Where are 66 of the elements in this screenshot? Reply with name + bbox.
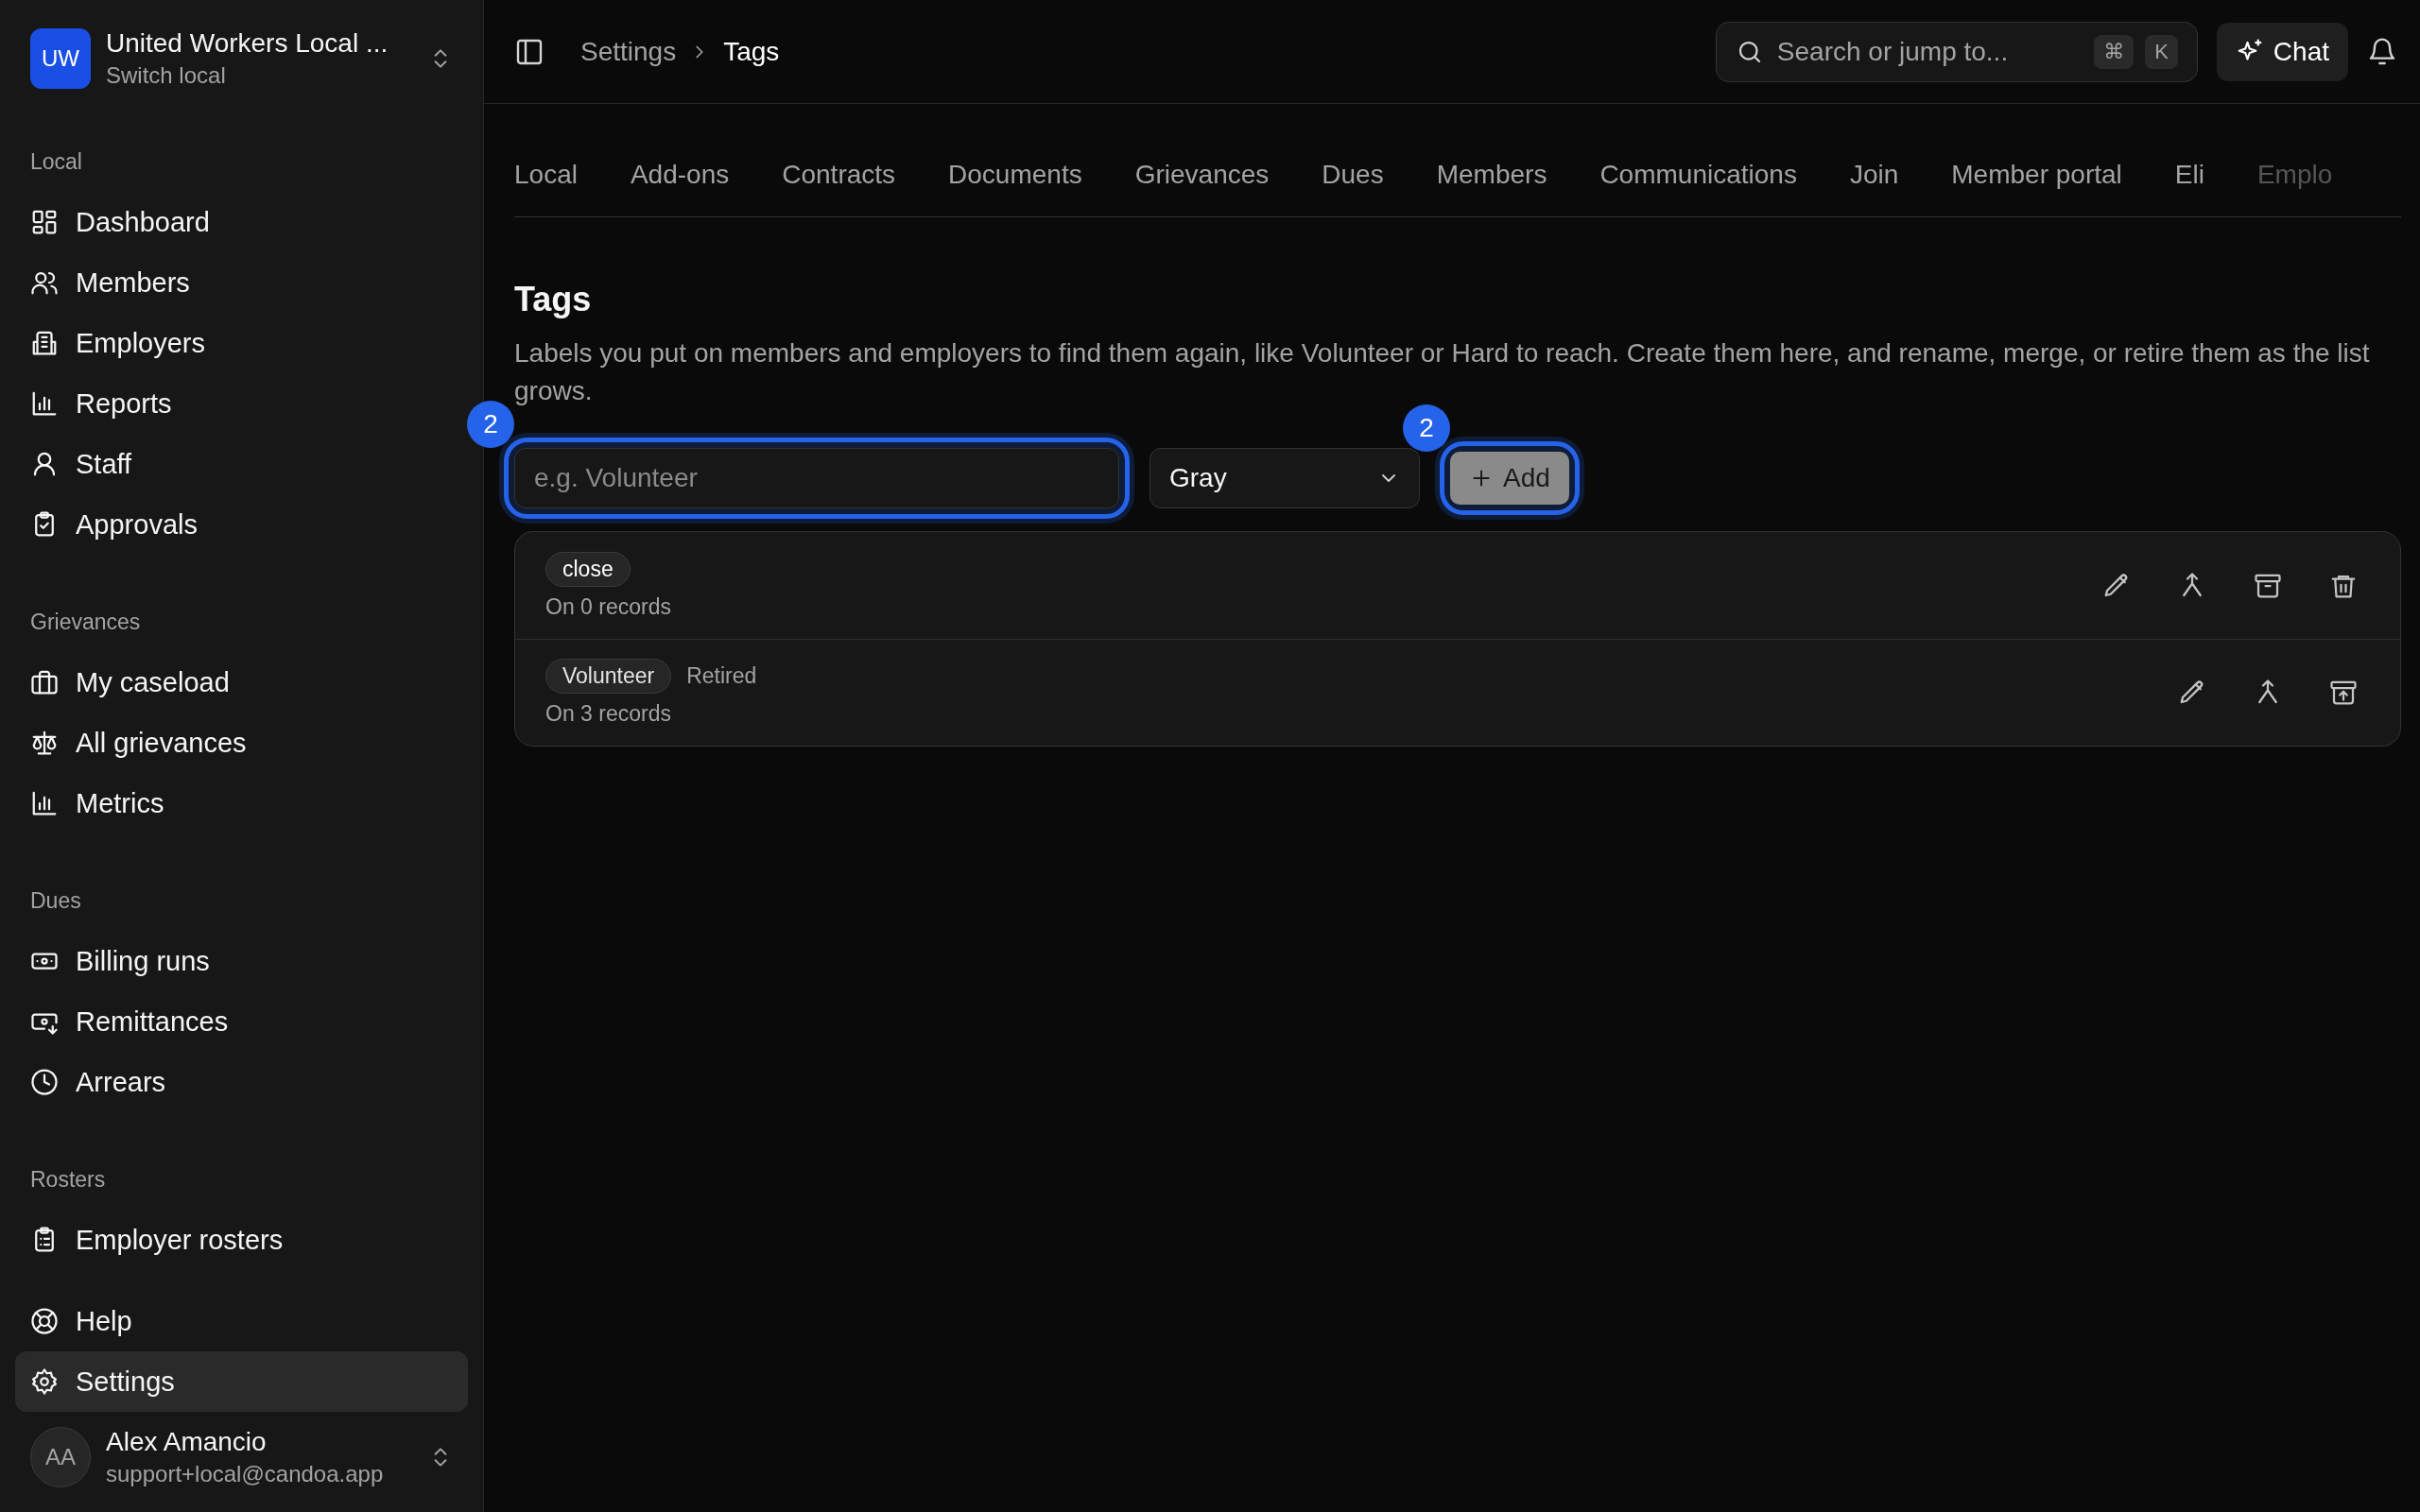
section-label: Grievances bbox=[29, 609, 142, 636]
tab[interactable]: Grievances bbox=[1134, 160, 1270, 190]
breadcrumb-current: Tags bbox=[723, 36, 780, 67]
tab[interactable]: Contracts bbox=[782, 160, 896, 190]
briefcase-icon bbox=[30, 668, 59, 696]
sidebar-item[interactable]: Settings bbox=[15, 1351, 468, 1412]
count-badge: 2 bbox=[467, 401, 514, 448]
org-name: United Workers Local ... bbox=[106, 28, 389, 59]
shortcut-key: ⌘ bbox=[2094, 34, 2135, 69]
tab[interactable]: Join bbox=[1849, 160, 1899, 190]
scale-icon bbox=[30, 729, 59, 757]
org-logo: UW bbox=[30, 28, 91, 89]
bar-chart-icon bbox=[30, 789, 59, 817]
sidebar-item[interactable]: Dashboard bbox=[15, 192, 468, 252]
section-label: Dues bbox=[29, 887, 82, 915]
sidebar-item[interactable]: All grievances bbox=[15, 713, 468, 773]
breadcrumb-link[interactable]: Settings bbox=[580, 36, 677, 67]
tab[interactable]: Eli bbox=[2174, 160, 2204, 190]
page-title: Tags bbox=[514, 280, 593, 319]
sidebar-item[interactable]: Staff bbox=[15, 434, 468, 494]
record-count: On 0 records bbox=[545, 593, 672, 620]
color-dropdown[interactable]: Gray bbox=[1150, 448, 1420, 508]
lifebuoy-icon bbox=[30, 1307, 59, 1335]
tab[interactable]: Local bbox=[514, 160, 578, 190]
unarchive-icon bbox=[2329, 679, 2358, 707]
sidebar-item[interactable]: Arrears bbox=[15, 1052, 468, 1112]
tab[interactable]: Communications bbox=[1599, 160, 1797, 190]
tab[interactable]: Documents bbox=[948, 160, 1082, 190]
user-email: support+local@candoa.app bbox=[106, 1461, 385, 1487]
sidebar-item[interactable]: Billing runs bbox=[15, 931, 468, 991]
count-badge: 2 bbox=[1403, 404, 1450, 452]
sidebar-item[interactable]: Approvals bbox=[15, 494, 468, 555]
grid-icon bbox=[30, 208, 59, 236]
section-label: Local bbox=[29, 148, 83, 176]
sidebar-item[interactable]: Employer rosters bbox=[15, 1210, 468, 1270]
bar-chart-icon bbox=[30, 389, 59, 418]
sidebar-item[interactable]: Employers bbox=[15, 313, 468, 373]
sidebar-item[interactable]: Remittances bbox=[15, 991, 468, 1052]
sidebar-item[interactable]: My caseload bbox=[15, 652, 468, 713]
tag-chip: Volunteer bbox=[545, 659, 672, 694]
tab[interactable]: Dues bbox=[1322, 160, 1384, 190]
tab[interactable]: Member portal bbox=[1951, 160, 2122, 190]
page-description: Labels you put on members and employers to find them again, like Volunteer or Hard to reach. Create them here, and rename, merge, or retire them as the list grows. bbox=[514, 337, 2371, 407]
user-name: Alex Amancio bbox=[106, 1427, 268, 1457]
clock-icon bbox=[30, 1068, 59, 1096]
tag-name-field[interactable]: e.g. Volunteer bbox=[514, 448, 1119, 508]
sidebar-item[interactable]: Members bbox=[15, 252, 468, 313]
sidebar-item[interactable]: Metrics bbox=[15, 773, 468, 833]
sidebar-item[interactable]: Help bbox=[15, 1291, 468, 1351]
search-field[interactable]: Search or jump to... bbox=[1774, 35, 2083, 68]
tab[interactable]: Members bbox=[1436, 160, 1547, 190]
tag-chip: close bbox=[545, 551, 631, 587]
status-label: Retired bbox=[686, 663, 757, 689]
section-label: Rosters bbox=[29, 1166, 107, 1194]
building-icon bbox=[30, 329, 59, 357]
shortcut-key: K bbox=[2145, 34, 2178, 69]
org-switch-label: Switch local bbox=[106, 62, 227, 89]
chat-button[interactable]: Chat bbox=[2216, 22, 2348, 81]
search-bar[interactable]: Search or jump to... ⌘ K bbox=[1715, 21, 2198, 82]
settings-icon bbox=[30, 1367, 59, 1396]
bell-icon bbox=[2367, 36, 2397, 67]
sidebar-item[interactable]: Reports bbox=[15, 373, 468, 434]
avatar: AA bbox=[30, 1427, 91, 1487]
add-button[interactable]: Add bbox=[1450, 452, 1569, 505]
tab[interactable]: Add-ons bbox=[630, 160, 730, 190]
record-count: On 3 records bbox=[545, 701, 672, 727]
